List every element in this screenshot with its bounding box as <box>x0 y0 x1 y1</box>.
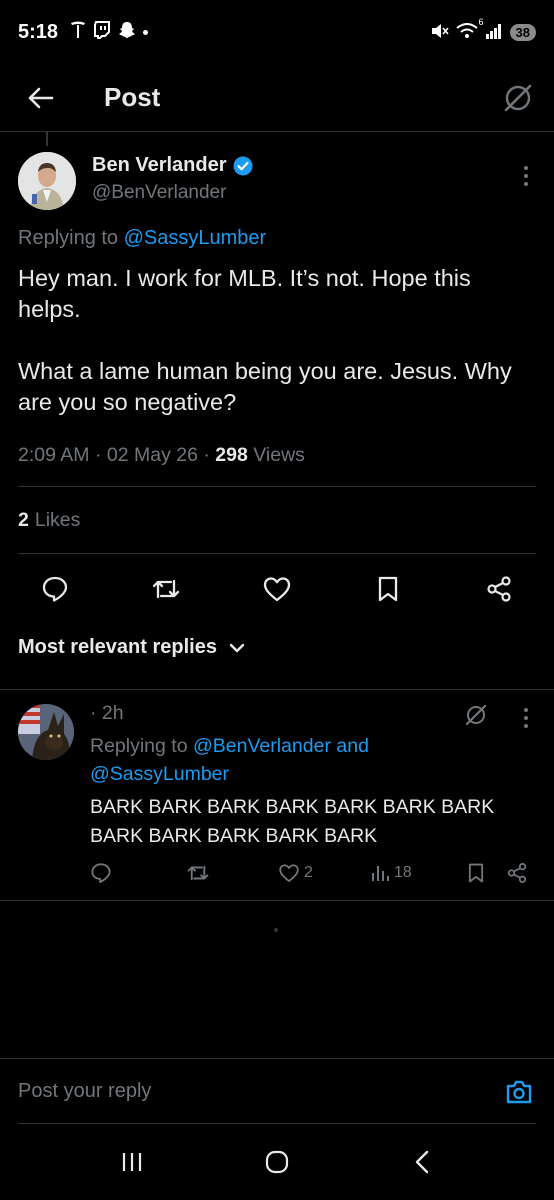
share-icon <box>487 576 511 602</box>
like-button[interactable] <box>260 572 294 606</box>
top-app-bar: Post <box>0 64 554 132</box>
reply-repost-button[interactable] <box>186 858 210 888</box>
views-count: 298 <box>215 444 248 466</box>
verified-badge-icon <box>233 156 253 175</box>
post-paragraph-2: What a lame human being you are. Jesus. … <box>18 358 512 415</box>
post-action-bar <box>18 558 536 620</box>
grok-icon <box>504 84 532 111</box>
author-name[interactable]: Ben Verlander <box>92 154 227 177</box>
back-button[interactable] <box>0 64 80 132</box>
reply-view-count: 18 <box>394 864 412 881</box>
reply-more-options-button[interactable] <box>514 706 538 730</box>
author-avatar[interactable] <box>18 152 76 210</box>
reply-grok-button[interactable] <box>464 703 488 732</box>
snapchat-icon <box>118 21 136 44</box>
replies-sort-label: Most relevant replies <box>18 636 217 658</box>
share-icon <box>507 863 527 883</box>
grok-button[interactable] <box>482 64 554 132</box>
twitch-icon <box>93 20 111 44</box>
thread-line <box>46 132 48 146</box>
post-text: Hey man. I work for MLB. It’s not. Hope … <box>18 263 538 449</box>
recent-apps-icon <box>123 1153 142 1171</box>
replies-sort-dropdown[interactable]: Most relevant replies <box>18 636 245 659</box>
reply-author-avatar[interactable] <box>18 704 74 760</box>
page-title: Post <box>104 82 161 112</box>
more-dots-icon <box>524 708 528 712</box>
reply-bubble-icon <box>42 576 68 602</box>
post-metadata: 2:09 AM · 02 May 26 · 298 Views <box>18 444 305 466</box>
heart-icon <box>279 864 299 882</box>
system-back-button[interactable] <box>392 1137 452 1187</box>
post-date[interactable]: 02 May 26 <box>107 444 198 466</box>
heart-icon <box>263 577 291 602</box>
tesla-icon <box>70 21 86 44</box>
system-navigation-bar <box>0 1124 554 1200</box>
signal-icon <box>485 23 503 42</box>
reply-views-button[interactable]: 18 <box>370 858 412 888</box>
reply-share-button[interactable] <box>506 858 528 888</box>
mention-link[interactable]: @SassyLumber <box>90 763 229 785</box>
reply-bookmark-button[interactable] <box>466 858 486 888</box>
reply-text: BARK BARK BARK BARK BARK BARK BARK BARK … <box>90 796 495 847</box>
reply-action-bar: 2 18 <box>90 858 540 888</box>
mention-link[interactable]: @SassyLumber <box>124 227 267 249</box>
home-button[interactable] <box>247 1137 307 1187</box>
reply-reply-button[interactable] <box>90 858 112 888</box>
chevron-left-icon <box>415 1150 428 1174</box>
notification-dot-icon <box>143 29 149 35</box>
reply-input[interactable] <box>18 1075 458 1107</box>
wifi-icon: 6 <box>455 17 484 42</box>
more-dots-icon <box>524 166 528 170</box>
mention-link[interactable]: @BenVerlander <box>193 735 331 757</box>
reply-bubble-icon <box>91 863 111 883</box>
more-options-button[interactable] <box>514 162 538 190</box>
reply-button[interactable] <box>38 572 72 606</box>
reply-composer <box>0 1058 554 1124</box>
likes-row[interactable]: 2 Likes <box>18 486 536 554</box>
camera-button[interactable] <box>504 1077 534 1107</box>
reply-like-count: 2 <box>304 864 313 881</box>
likes-label: Likes <box>34 508 81 531</box>
battery-indicator: 38 <box>509 23 536 41</box>
reply-post[interactable]: · 2h Replying to @BenVerlander and @Sass… <box>0 690 554 900</box>
repost-icon <box>187 865 209 881</box>
bookmark-icon <box>468 863 484 883</box>
home-icon <box>265 1150 289 1174</box>
post-time[interactable]: 2:09 AM <box>18 444 90 466</box>
mute-icon <box>431 23 449 42</box>
likes-count: 2 <box>18 508 29 531</box>
divider <box>0 900 554 901</box>
bar-chart-icon <box>372 866 389 881</box>
recent-apps-button[interactable] <box>102 1137 162 1187</box>
status-time: 5:18 <box>18 20 59 43</box>
grok-icon <box>465 704 487 726</box>
loading-dot <box>274 928 278 932</box>
bookmark-icon <box>378 576 398 602</box>
chevron-down-icon <box>229 643 245 652</box>
reply-replying-to: Replying to @BenVerlander and @SassyLumb… <box>90 735 369 785</box>
repost-button[interactable] <box>149 572 183 606</box>
share-button[interactable] <box>482 572 516 606</box>
post-paragraph-1: Hey man. I work for MLB. It’s not. Hope … <box>18 265 471 322</box>
camera-icon <box>506 1080 532 1104</box>
arrow-left-icon <box>28 87 54 108</box>
status-bar: 5:18 6 38 <box>0 0 554 64</box>
bookmark-button[interactable] <box>371 572 405 606</box>
wifi-badge: 6 <box>478 16 484 27</box>
reply-time[interactable]: · 2h <box>90 702 124 725</box>
replying-to: Replying to @SassyLumber <box>18 227 267 249</box>
author-handle[interactable]: @BenVerlander <box>92 182 226 204</box>
reply-like-button[interactable]: 2 <box>278 858 313 888</box>
repost-icon <box>152 579 180 599</box>
views-label: Views <box>253 444 305 466</box>
